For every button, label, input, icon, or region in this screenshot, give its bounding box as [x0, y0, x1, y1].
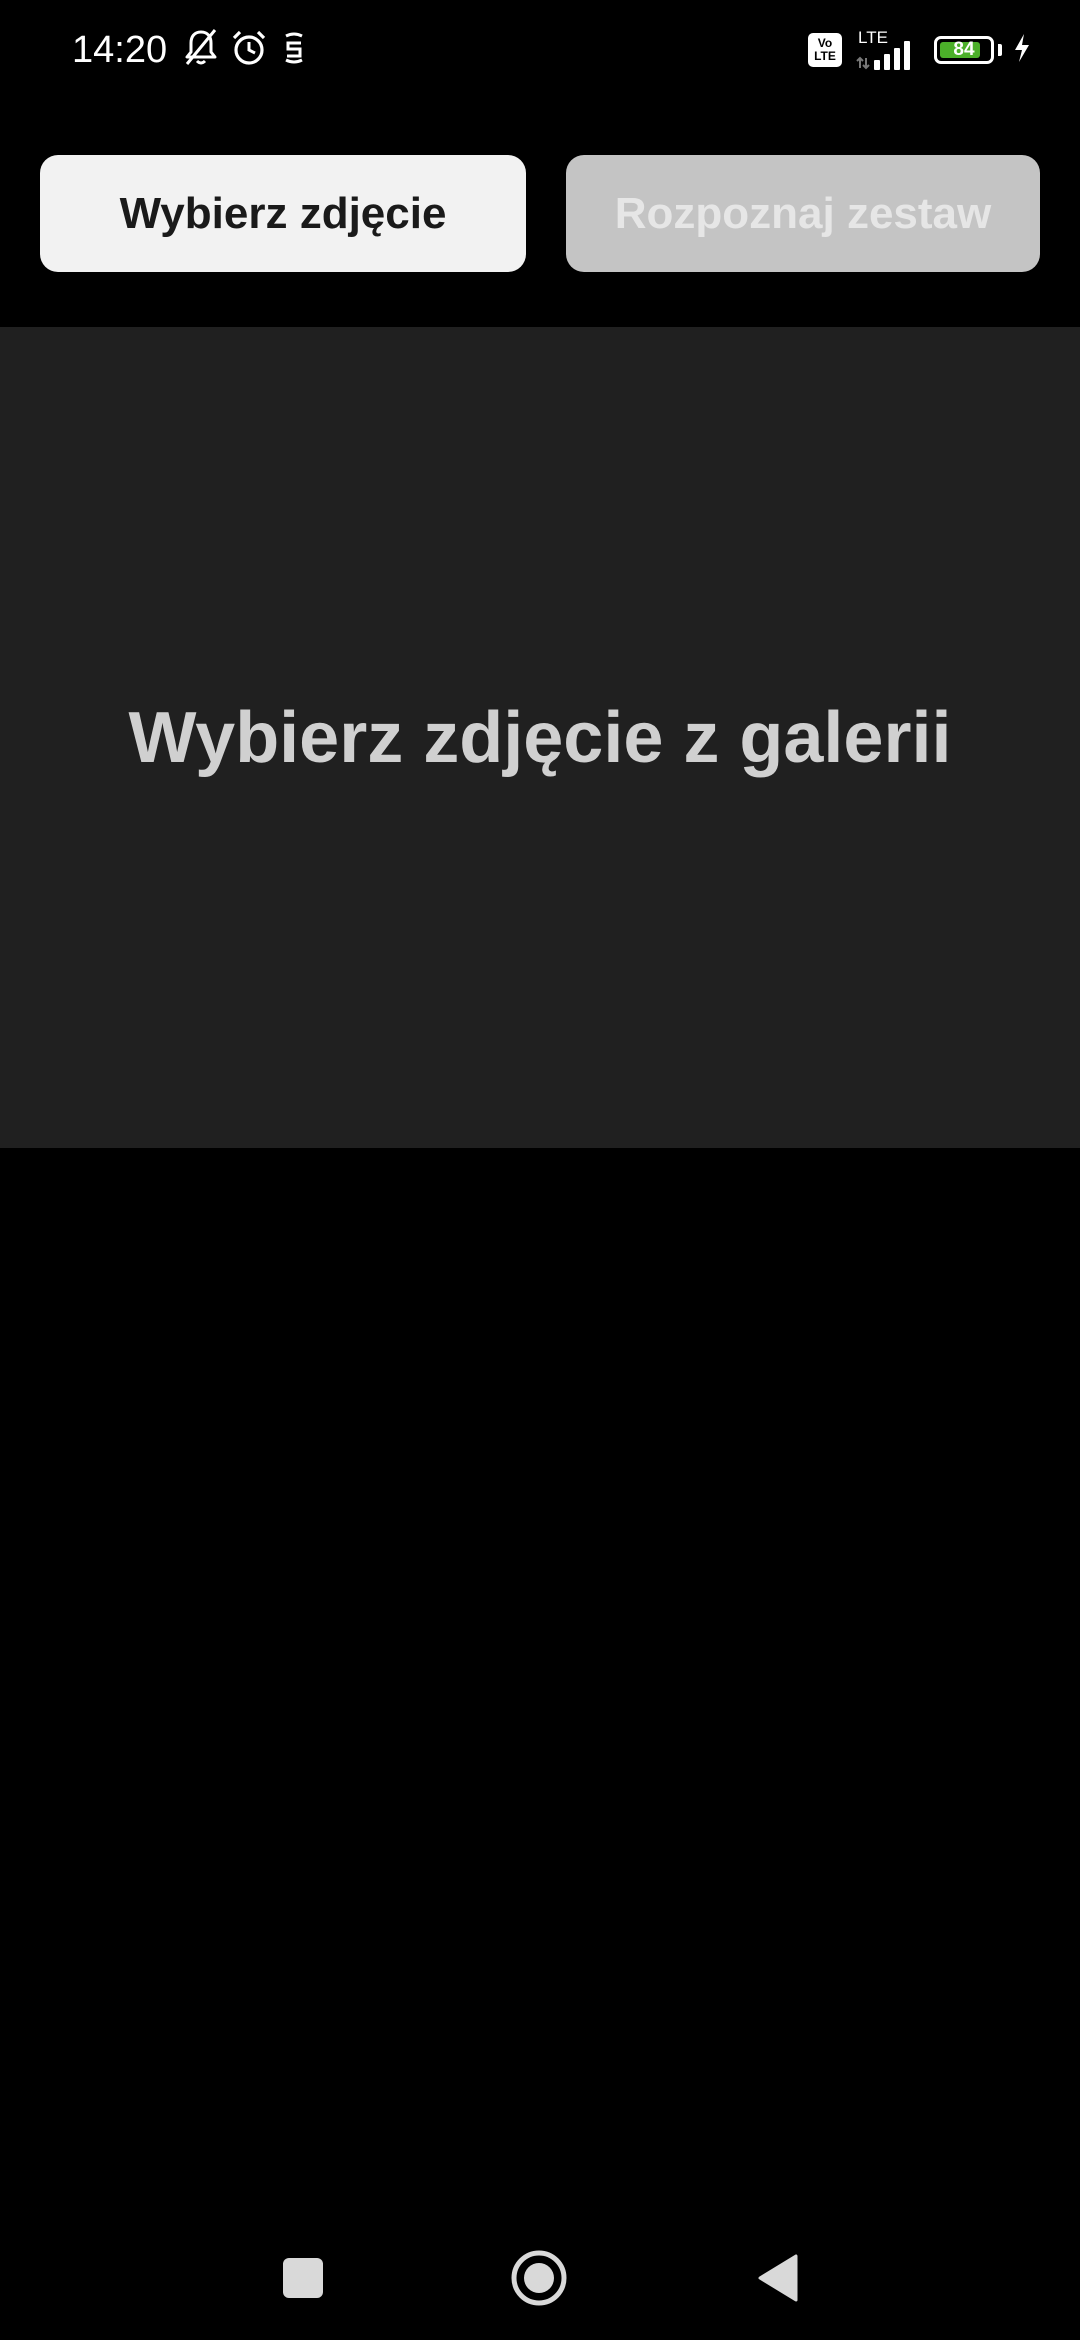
- home-icon[interactable]: [509, 2248, 569, 2308]
- recognize-set-button[interactable]: Rozpoznaj zestaw: [566, 155, 1040, 272]
- sim-icon: [279, 30, 309, 71]
- status-right: Vo LTE LTE 84: [808, 26, 1032, 74]
- alarm-icon: [229, 28, 269, 73]
- app-screen: 14:20 Vo LTE LTE 84 Wybierz zdjęcie Rozp…: [0, 0, 1080, 2340]
- recents-icon[interactable]: [273, 2248, 333, 2308]
- volte-icon: Vo LTE: [808, 33, 842, 67]
- battery-cap: [998, 44, 1002, 56]
- signal-icon: LTE: [854, 28, 918, 72]
- navigation-bar: [0, 2220, 1080, 2330]
- preview-placeholder: Wybierz zdjęcie z galerii: [128, 697, 952, 778]
- image-preview: Wybierz zdjęcie z galerii: [0, 327, 1080, 1148]
- bell-off-icon: [183, 28, 219, 73]
- back-icon[interactable]: [748, 2248, 808, 2308]
- volte-label-bottom: LTE: [814, 49, 836, 63]
- status-time: 14:20: [72, 28, 168, 71]
- status-left: 14:20: [72, 26, 309, 74]
- battery-icon: 84: [934, 36, 994, 64]
- status-bar: 14:20 Vo LTE LTE 84: [0, 0, 1080, 100]
- charging-icon: [1012, 33, 1032, 68]
- pick-photo-button[interactable]: Wybierz zdjęcie: [40, 155, 526, 272]
- battery-level: 84: [953, 39, 975, 60]
